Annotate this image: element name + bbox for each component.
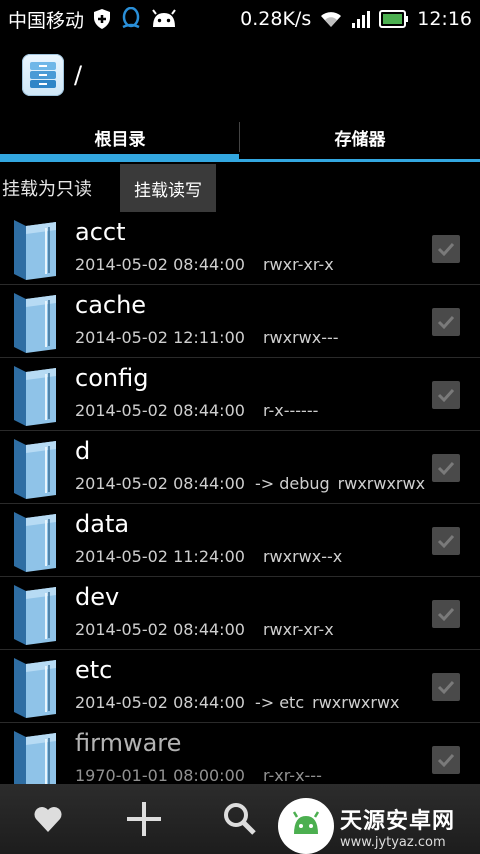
tab-label: 存储器 xyxy=(334,129,386,150)
file-list-item[interactable]: cache 2014-05-02 12:11:00 rwxrwx--- xyxy=(0,285,480,358)
file-date: 2014-05-02 08:44:00 xyxy=(75,693,245,712)
file-permissions: rwxrwxrwx xyxy=(312,693,400,712)
file-date: 2014-05-02 08:44:00 xyxy=(75,401,245,420)
symlink-target: -> etc xyxy=(254,693,305,712)
file-permissions: r-xr-x--- xyxy=(262,766,322,784)
current-path: / xyxy=(74,61,83,89)
file-permissions: rwxrwx--- xyxy=(262,328,339,347)
file-date: 2014-05-02 11:24:00 xyxy=(75,547,245,566)
qq-icon xyxy=(120,7,142,31)
item-checkbox[interactable] xyxy=(432,381,460,409)
item-checkbox[interactable] xyxy=(432,746,460,774)
tab-label: 根目录 xyxy=(94,129,146,150)
file-manager-app-icon[interactable] xyxy=(22,54,64,96)
network-speed: 0.28K/s xyxy=(240,8,312,30)
clock: 12:16 xyxy=(417,8,472,30)
app-header: / xyxy=(0,38,480,112)
file-meta: 2014-05-02 08:44:00 -> etc rwxrwxrwx xyxy=(75,693,400,712)
status-bar: 中国移动 0.28K/s 12:16 xyxy=(0,0,480,38)
folder-icon xyxy=(14,366,56,426)
file-date: 2014-05-02 08:44:00 xyxy=(75,255,245,274)
item-checkbox[interactable] xyxy=(432,235,460,263)
inactive-tab-underline xyxy=(239,159,480,162)
file-date: 2014-05-02 08:44:00 xyxy=(75,474,245,493)
active-tab-indicator xyxy=(0,154,239,162)
folder-icon xyxy=(14,585,56,645)
wifi-icon xyxy=(319,9,343,29)
mount-read-write-button[interactable]: 挂载读写 xyxy=(120,164,216,212)
search-icon xyxy=(224,803,256,835)
folder-icon xyxy=(14,731,56,784)
checkmark-icon xyxy=(437,680,455,695)
file-list-item[interactable]: config 2014-05-02 08:44:00 r-x------ xyxy=(0,358,480,431)
item-checkbox[interactable] xyxy=(432,527,460,555)
file-name: d xyxy=(75,437,91,465)
favorite-heart-icon xyxy=(34,807,62,832)
file-name: config xyxy=(75,364,149,392)
file-name: dev xyxy=(75,583,120,611)
file-permissions: rwxrwxrwx xyxy=(337,474,426,493)
item-checkbox[interactable] xyxy=(432,673,460,701)
folder-icon xyxy=(14,439,56,499)
checkmark-icon xyxy=(437,315,455,330)
checkmark-icon xyxy=(437,607,455,622)
file-list-item[interactable]: etc 2014-05-02 08:44:00 -> etc rwxrwxrwx xyxy=(0,650,480,723)
file-meta: 2014-05-02 11:24:00 rwxrwx--x xyxy=(75,547,342,566)
checkmark-icon xyxy=(437,534,455,549)
folder-icon xyxy=(14,512,56,572)
signal-icon xyxy=(351,9,371,29)
file-meta: 2014-05-02 08:44:00 r-x------ xyxy=(75,401,318,420)
file-list-item[interactable]: dev 2014-05-02 08:44:00 rwxr-xr-x xyxy=(0,577,480,650)
file-meta: 1970-01-01 08:00:00 r-xr-x--- xyxy=(75,766,322,784)
folder-icon xyxy=(14,293,56,353)
checkmark-icon xyxy=(437,388,455,403)
file-list-item[interactable]: acct 2014-05-02 08:44:00 rwxr-xr-x xyxy=(0,212,480,285)
add-button[interactable] xyxy=(96,784,192,854)
file-name: firmware xyxy=(75,729,182,757)
mount-read-only-button[interactable]: 挂载为只读 xyxy=(0,175,120,201)
file-list-item[interactable]: d 2014-05-02 08:44:00 -> debug rwxrwxrwx xyxy=(0,431,480,504)
item-checkbox[interactable] xyxy=(432,600,460,628)
mount-toolbar: 挂载为只读 挂载读写 xyxy=(0,164,480,212)
symlink-target: -> debug xyxy=(254,474,330,493)
file-meta: 2014-05-02 08:44:00 rwxr-xr-x xyxy=(75,620,334,639)
tab-indicator xyxy=(0,154,480,162)
file-name: etc xyxy=(75,656,113,684)
item-checkbox[interactable] xyxy=(432,308,460,336)
watermark-logo xyxy=(278,798,334,854)
file-name: acct xyxy=(75,218,126,246)
file-permissions: rwxr-xr-x xyxy=(262,255,334,274)
checkmark-icon xyxy=(437,461,455,476)
site-watermark: 天源安卓网 www.jytyaz.com xyxy=(278,798,478,854)
battery-icon xyxy=(379,10,409,28)
file-date: 1970-01-01 08:00:00 xyxy=(75,766,245,784)
file-permissions: rwxr-xr-x xyxy=(262,620,334,639)
search-button[interactable] xyxy=(192,784,288,854)
android-icon xyxy=(150,9,178,29)
file-meta: 2014-05-02 08:44:00 rwxr-xr-x xyxy=(75,255,334,274)
file-meta: 2014-05-02 12:11:00 rwxrwx--- xyxy=(75,328,339,347)
file-date: 2014-05-02 08:44:00 xyxy=(75,620,245,639)
file-permissions: r-x------ xyxy=(262,401,319,420)
checkmark-icon xyxy=(437,242,455,257)
file-list-item[interactable]: firmware 1970-01-01 08:00:00 r-xr-x--- xyxy=(0,723,480,784)
file-date: 2014-05-02 12:11:00 xyxy=(75,328,245,347)
item-checkbox[interactable] xyxy=(432,454,460,482)
folder-icon xyxy=(14,220,56,280)
file-list: acct 2014-05-02 08:44:00 rwxr-xr-x cache … xyxy=(0,212,480,784)
file-permissions: rwxrwx--x xyxy=(262,547,343,566)
file-meta: 2014-05-02 08:44:00 -> debug rwxrwxrwx xyxy=(75,474,425,493)
favorites-button[interactable] xyxy=(0,784,96,854)
checkmark-icon xyxy=(437,753,455,768)
file-list-item[interactable]: data 2014-05-02 11:24:00 rwxrwx--x xyxy=(0,504,480,577)
file-name: cache xyxy=(75,291,147,319)
carrier-name: 中国移动 xyxy=(8,9,85,32)
shield-icon xyxy=(92,8,112,30)
watermark-url: www.jytyaz.com xyxy=(340,834,446,850)
add-icon xyxy=(127,802,161,836)
folder-icon xyxy=(14,658,56,718)
file-name: data xyxy=(75,510,130,538)
watermark-title: 天源安卓网 xyxy=(340,808,456,834)
watermark-text: 天源安卓网 www.jytyaz.com xyxy=(340,803,455,850)
